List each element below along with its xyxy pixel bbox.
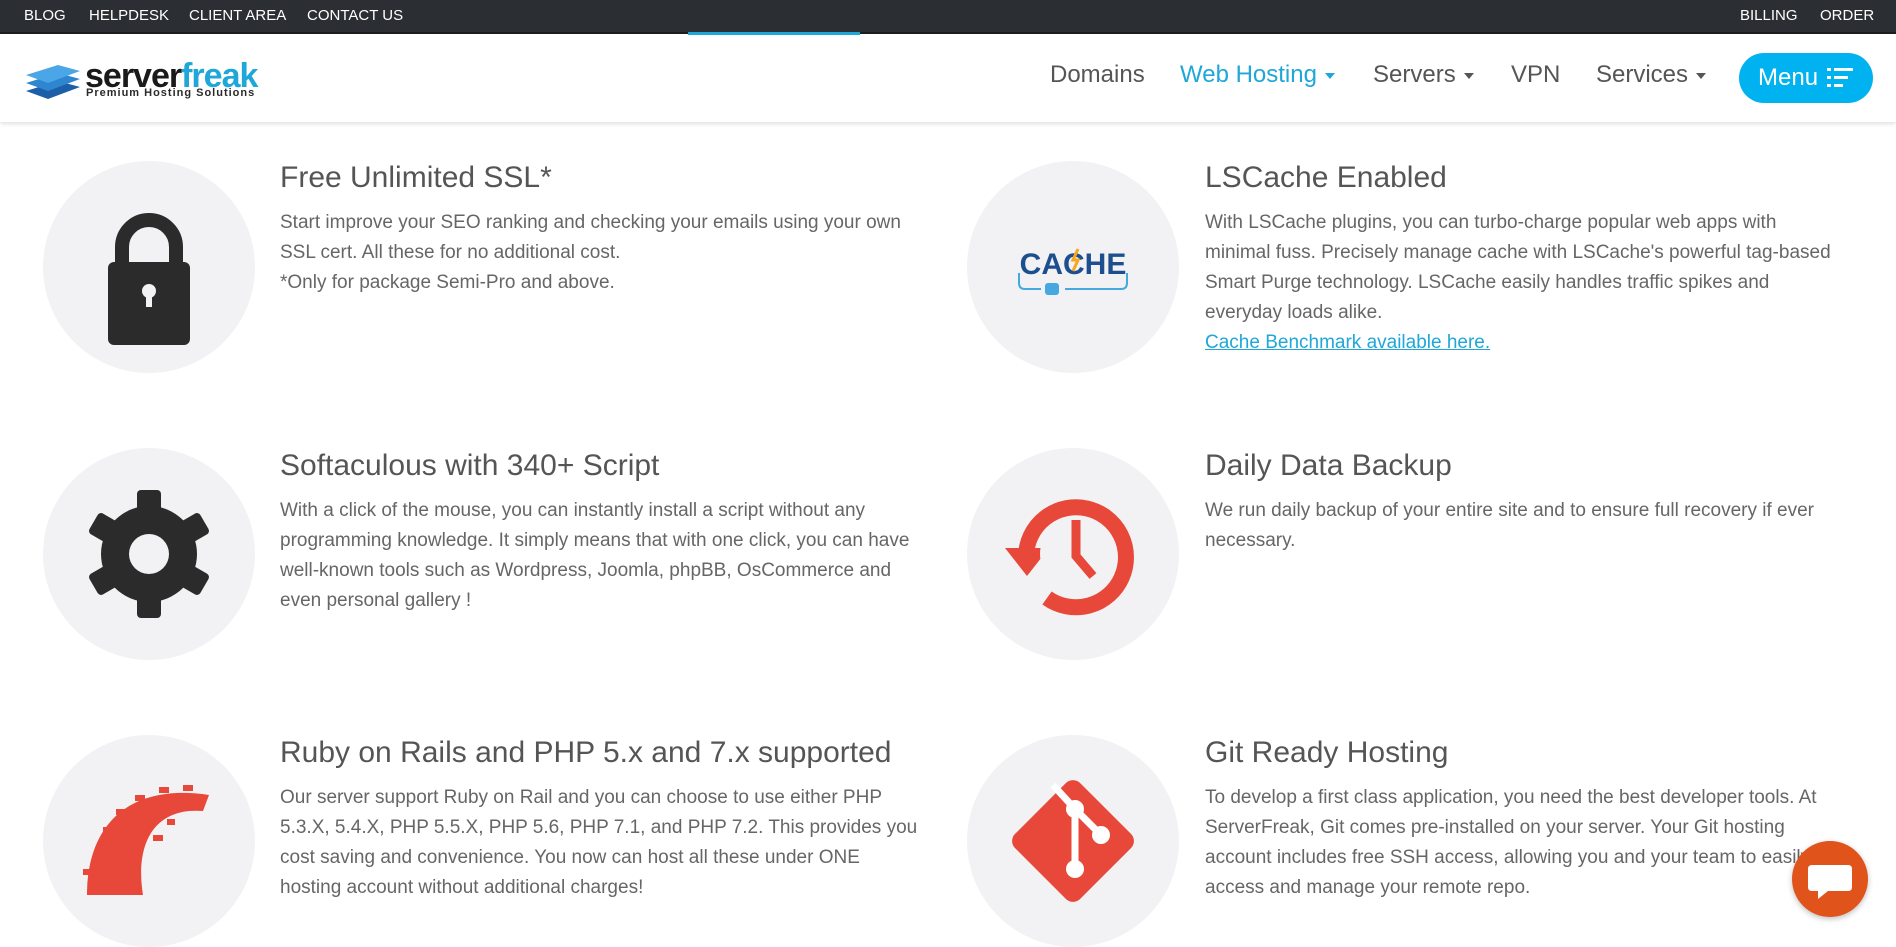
gear-icon — [89, 490, 209, 618]
feature-desc-git: To develop a first class application, yo… — [1205, 787, 1817, 898]
feature-title-rails: Ruby on Rails and PHP 5.x and 7.x suppor… — [280, 736, 892, 769]
feature-desc-backup: We run daily backup of your entire site … — [1205, 500, 1815, 551]
cache-icon: CACHE — [1018, 248, 1128, 295]
feature-title-git: Git Ready Hosting — [1205, 736, 1449, 769]
topbar-link-blog[interactable]: BLOG — [24, 0, 66, 32]
ssl-icon-circle — [43, 161, 255, 373]
feature-desc-rails: Our server support Ruby on Rail and you … — [280, 787, 918, 898]
topbar-link-billing[interactable]: BILLING — [1740, 0, 1798, 32]
top-utility-bar: BLOG HELPDESK CLIENT AREA CONTACT US BIL… — [0, 0, 1896, 34]
chevron-down-icon — [1696, 72, 1707, 79]
lscache-icon-circle: CACHE — [967, 161, 1179, 373]
logo-stack-icon — [26, 65, 80, 99]
feature-desc-lscache: With LSCache plugins, you can turbo-char… — [1205, 212, 1831, 353]
nav-servers[interactable]: Servers — [1373, 60, 1474, 90]
topbar-link-client-area[interactable]: CLIENT AREA — [189, 0, 286, 32]
feature-title-backup: Daily Data Backup — [1205, 449, 1452, 482]
git-icon — [1012, 780, 1134, 902]
feature-desc-softaculous: With a click of the mouse, you can insta… — [280, 500, 910, 611]
topbar-link-helpdesk[interactable]: HELPDESK — [89, 0, 169, 32]
backup-clock-icon — [1005, 499, 1134, 616]
live-chat-button[interactable] — [1792, 841, 1868, 917]
menu-list-icon — [1827, 68, 1853, 87]
serverfreak-logo[interactable]: serverfreak Premium Hosting Solutions — [24, 57, 274, 101]
feature-title-lscache: LSCache Enabled — [1205, 161, 1447, 194]
nav-services[interactable]: Services — [1596, 60, 1707, 90]
chat-bubble-icon — [1808, 865, 1852, 899]
rails-icon — [83, 785, 209, 895]
softaculous-icon-circle — [43, 448, 255, 660]
cache-benchmark-link[interactable]: Cache Benchmark available here. — [1205, 332, 1490, 353]
feature-title-softaculous: Softaculous with 340+ Script — [280, 449, 660, 482]
menu-button[interactable]: Menu — [1739, 53, 1873, 103]
menu-button-label: Menu — [1758, 64, 1819, 91]
nav-vpn[interactable]: VPN — [1511, 60, 1560, 90]
feature-title-ssl: Free Unlimited SSL* — [280, 161, 552, 194]
svg-text:CACHE: CACHE — [1020, 248, 1127, 281]
feature-desc-ssl: Start improve your SEO ranking and check… — [280, 212, 901, 293]
rails-icon-circle — [43, 735, 255, 947]
chevron-down-icon — [1463, 72, 1474, 79]
logo-tagline: Premium Hosting Solutions — [86, 87, 256, 99]
nav-domains[interactable]: Domains — [1050, 60, 1145, 90]
topbar-link-contact-us[interactable]: CONTACT US — [307, 0, 403, 32]
padlock-icon — [108, 213, 190, 345]
git-icon-circle — [967, 735, 1179, 947]
chevron-down-icon — [1324, 72, 1335, 79]
nav-web-hosting[interactable]: Web Hosting — [1180, 60, 1335, 90]
backup-icon-circle — [967, 448, 1179, 660]
topbar-link-order[interactable]: ORDER — [1820, 0, 1874, 32]
nav-accent-line — [688, 32, 860, 35]
